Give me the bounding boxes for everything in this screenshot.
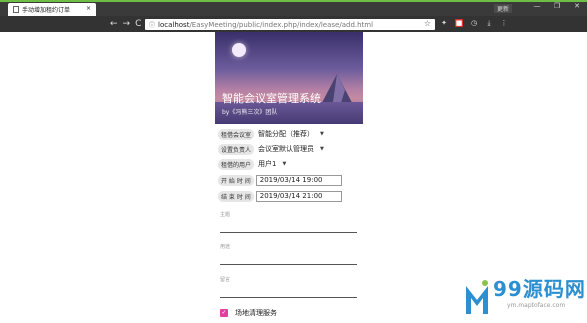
minimize-button[interactable]: — [527,2,547,10]
forward-icon[interactable]: → [123,18,131,30]
browser-toolbar: ← → C ↶ ⓘ localhost/EasyMeeting/public/i… [0,16,587,32]
note-label: 留言 [220,277,231,283]
star-icon[interactable]: ☆ [424,19,431,28]
end-time-input[interactable]: 2019/03/14 21:00 [255,190,342,202]
manager-label: 设置负责人 [218,143,255,155]
start-time-input[interactable]: 2019/03/14 19:00 [255,174,342,186]
page-content: 智能会议室管理系统 by《冯熊三次》团队 租借会议室 智能分配（推荐） ▼ 设置… [0,32,587,323]
page-icon [13,6,19,13]
chevron-down-icon[interactable]: ▼ [320,131,324,137]
extension-area: ✦ ■ ◷ ⤓ ⋮ [440,19,508,27]
watermark-logo-icon [466,280,488,314]
title-bar: 手动增加租约订单 × 更新 — ❐ ✕ [0,0,587,16]
pin-icon[interactable]: ✦ [440,19,448,27]
close-button[interactable]: ✕ [567,2,587,10]
hero-subtitle: by《冯熊三次》团队 [222,109,278,116]
moon-icon [232,43,246,57]
cleaning-row: ✓ 场地清理服务 [220,308,277,318]
window-controls: — ❐ ✕ [527,2,587,10]
room-label: 租借会议室 [218,128,255,140]
manager-select[interactable]: 会议室默认管理员 [258,144,314,154]
lease-form: 租借会议室 智能分配（推荐） ▼ 设置负责人 会议室默认管理员 ▼ 租借的用户 … [215,124,363,323]
cleaning-label: 场地清理服务 [235,309,277,317]
reload-icon[interactable]: C [135,18,141,30]
purpose-input[interactable] [220,264,357,265]
purpose-label: 用途 [220,244,231,250]
cleaning-checkbox[interactable]: ✓ [220,309,228,317]
room-row: 租借会议室 智能分配（推荐） ▼ [218,128,324,140]
download-icon[interactable]: ⤓ [485,19,493,27]
room-select[interactable]: 智能分配（推荐） [258,129,314,139]
maximize-button[interactable]: ❐ [547,2,567,10]
hero-title: 智能会议室管理系统 [222,92,321,105]
menu-icon[interactable]: ⋮ [500,19,508,27]
watermark: 99源码网 ym.maptoface.com [464,278,586,318]
tab-title: 手动增加租约订单 [22,7,71,14]
topic-label: 主题 [220,212,231,218]
back-icon[interactable]: ← [110,18,118,30]
start-row: 开 始 时 间 2019/03/14 19:00 [218,174,342,186]
start-label: 开 始 时 间 [218,174,254,186]
url-host: localhost [158,20,190,29]
browser-tab[interactable]: 手动增加租约订单 [8,3,96,16]
url-text: localhost/EasyMeeting/public/index.php/i… [158,21,373,29]
browser-window: 手动增加租约订单 × 更新 — ❐ ✕ ← → C ↶ ⓘ localhost/… [0,0,587,323]
info-icon[interactable]: ⓘ [149,20,155,29]
history-icon[interactable]: ◷ [470,19,478,27]
update-label[interactable]: 更新 [493,4,512,13]
chevron-down-icon[interactable]: ▼ [282,161,286,167]
tab-close-icon[interactable]: × [86,5,91,12]
user-select[interactable]: 用户1 [258,159,276,169]
watermark-url: ym.maptoface.com [507,302,566,309]
url-path: /EasyMeeting/public/index.php/index/leas… [189,20,374,29]
end-label: 结 束 时 间 [218,190,254,202]
user-row: 租借的用户 用户1 ▼ [218,158,286,170]
watermark-brand: 99源码网 [493,277,586,301]
accent-stripe [0,0,587,2]
address-bar[interactable]: ⓘ localhost/EasyMeeting/public/index.php… [145,19,435,30]
manager-row: 设置负责人 会议室默认管理员 ▼ [218,143,324,155]
topic-input[interactable] [220,232,357,233]
hero-banner: 智能会议室管理系统 by《冯熊三次》团队 [215,32,363,124]
user-label: 租借的用户 [218,158,255,170]
chevron-down-icon[interactable]: ▼ [320,146,324,152]
extension-icon[interactable]: ■ [455,19,463,27]
note-input[interactable] [220,297,357,298]
watermark-text-group: 99源码网 ym.maptoface.com [493,278,586,309]
end-row: 结 束 时 间 2019/03/14 21:00 [218,190,342,202]
